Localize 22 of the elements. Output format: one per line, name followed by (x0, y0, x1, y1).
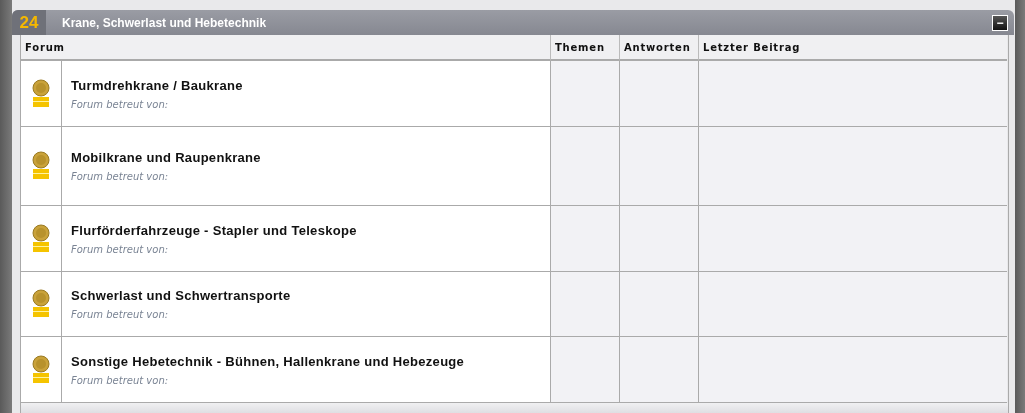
moderators-label: Forum betreut von: (71, 171, 170, 182)
moderators-label: Forum betreut von: (71, 243, 170, 255)
category-title: Krane, Schwerlast und Hebetechnik (62, 15, 268, 30)
forum-title[interactable]: Flurförderfahrzeuge - Stapler und Teleskope (71, 222, 550, 238)
forum-icon (31, 223, 51, 254)
column-header: Themen (550, 35, 619, 61)
category-number: 24 (12, 10, 46, 35)
column-header: Forum (21, 35, 550, 61)
forum-title[interactable]: Sonstige Hebetechnik - Bühnen, Hallenkrane und Hebezeuge (71, 353, 550, 369)
column-header: Letzter Beitrag (698, 35, 1007, 61)
forum-icon (31, 354, 51, 385)
forum-icon (31, 151, 51, 181)
moderators-label: Forum betreut von: (71, 374, 170, 386)
moderators-label: Forum betreut von: (71, 309, 170, 320)
column-header: Antworten (619, 35, 698, 61)
collapse-button[interactable]: − (992, 14, 1008, 31)
forum-icon (31, 289, 51, 319)
forum-title[interactable]: Schwerlast und Schwertransporte (71, 288, 550, 303)
moderators-label: Forum betreut von: (71, 98, 170, 110)
forum-title[interactable]: Turmdrehkrane / Baukrane (71, 77, 550, 93)
forum-icon (31, 78, 51, 109)
forum-title[interactable]: Mobilkrane und Raupenkrane (71, 150, 550, 165)
